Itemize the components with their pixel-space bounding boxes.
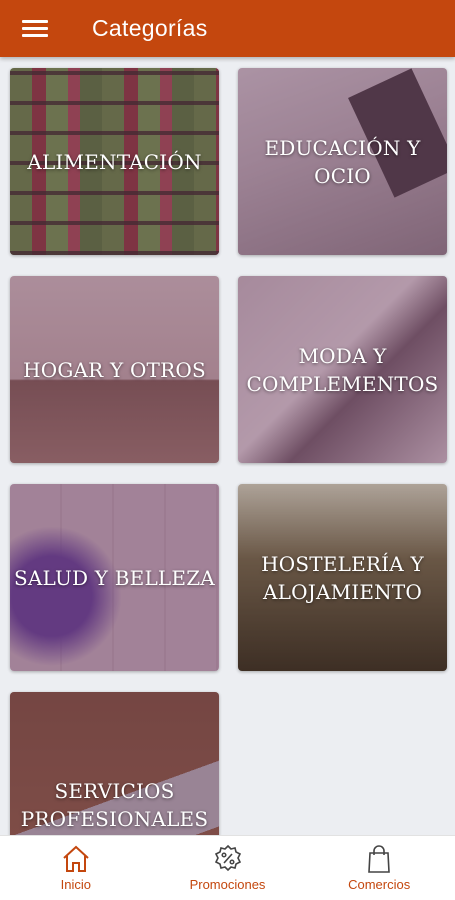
category-grid: ALIMENTACIÓN EDUCACIÓN Y OCIO HOGAR Y OT… (0, 57, 455, 835)
category-label: SALUD Y BELLEZA (14, 565, 215, 590)
category-card-hogar[interactable]: HOGAR Y OTROS (10, 276, 219, 463)
nav-label-comercios: Comercios (348, 877, 411, 892)
nav-label-promociones: Promociones (189, 877, 266, 892)
discount-badge-icon (214, 844, 241, 872)
category-card-educacion[interactable]: EDUCACIÓN Y OCIO (238, 68, 447, 255)
category-label: ALIMENTACIÓN (27, 149, 202, 174)
nav-item-promociones[interactable]: Promociones (152, 836, 304, 900)
nav-item-comercios[interactable]: Comercios (303, 836, 455, 900)
category-label: SERVICIOS PROFESIONALES (20, 778, 209, 831)
category-card-servicios[interactable]: SERVICIOS PROFESIONALES (10, 692, 219, 835)
menu-button[interactable] (0, 0, 72, 57)
category-label: MODA Y COMPLEMENTOS (246, 343, 439, 396)
home-icon (63, 845, 89, 872)
nav-label-inicio: Inicio (60, 877, 92, 892)
category-card-salud[interactable]: SALUD Y BELLEZA (10, 484, 219, 671)
app-bar: Categorías (0, 0, 455, 57)
category-card-hosteleria[interactable]: HOSTELERÍA Y ALOJAMIENTO (238, 484, 447, 671)
hamburger-menu-icon (22, 19, 48, 38)
category-label: HOGAR Y OTROS (23, 357, 206, 382)
shopping-bag-icon (368, 845, 391, 873)
bottom-navigation: Inicio Promociones Comercios (0, 835, 455, 900)
category-card-alimentacion[interactable]: ALIMENTACIÓN (10, 68, 219, 255)
category-card-moda[interactable]: MODA Y COMPLEMENTOS (238, 276, 447, 463)
page-title: Categorías (92, 15, 208, 41)
category-label: HOSTELERÍA Y ALOJAMIENTO (261, 551, 424, 604)
nav-item-inicio[interactable]: Inicio (0, 836, 152, 900)
category-label: EDUCACIÓN Y OCIO (264, 135, 421, 188)
